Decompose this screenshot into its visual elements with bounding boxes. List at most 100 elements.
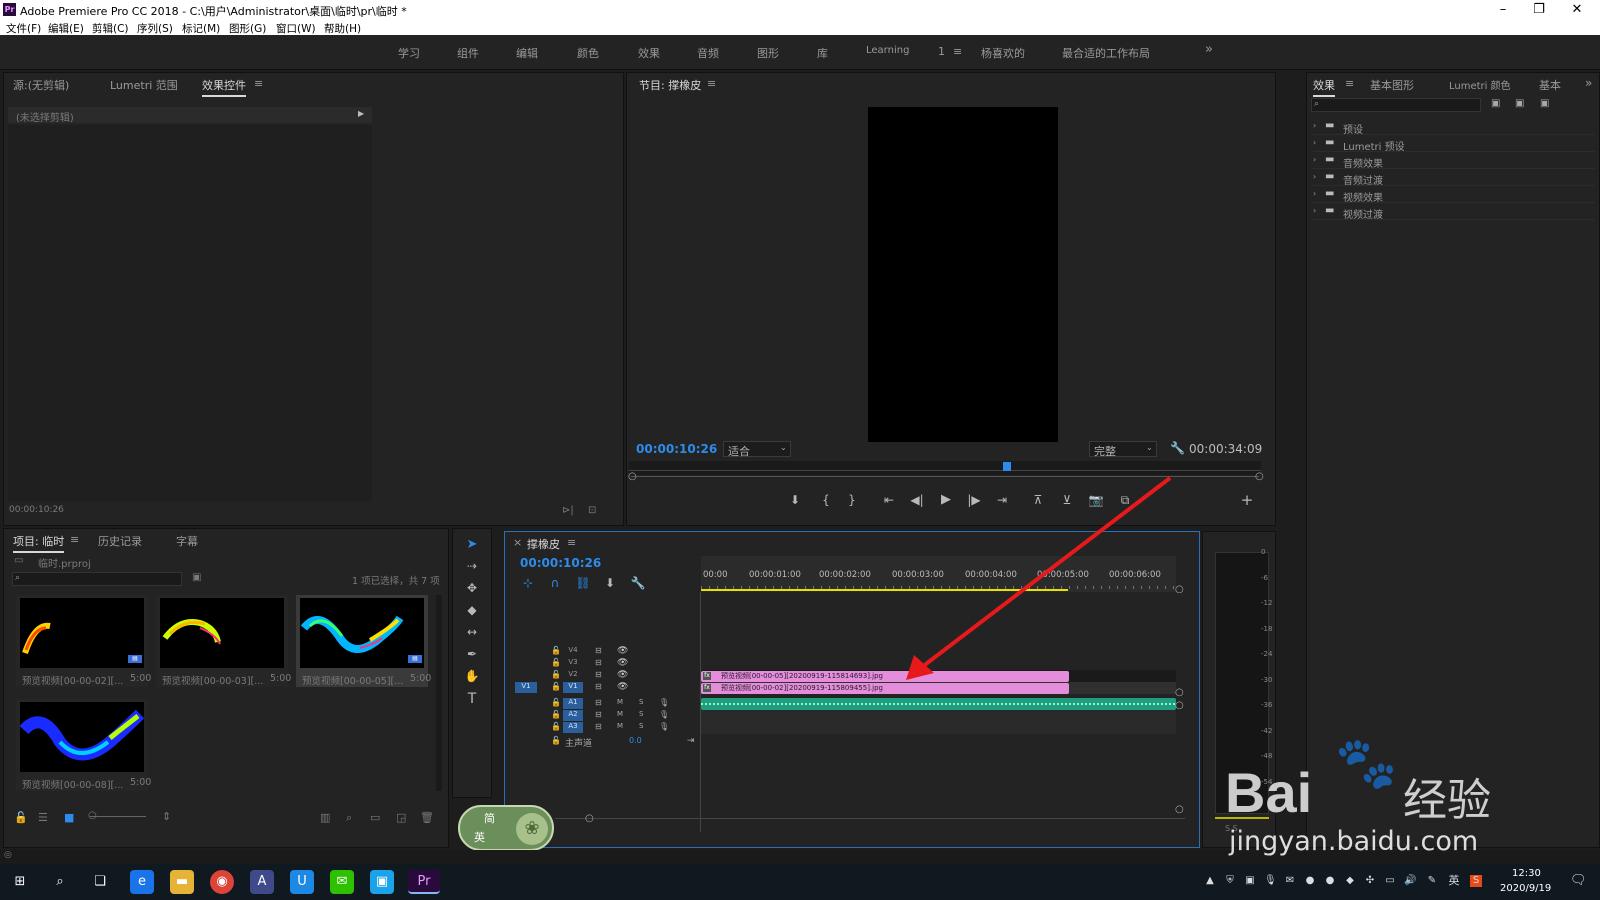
scroll-handle-icon[interactable]: ○ [1175,687,1184,698]
32bit-effects-icon[interactable]: ▣ [1515,98,1524,109]
pen-icon[interactable]: ✎ [1426,875,1438,887]
task-view-icon[interactable]: ❏ [88,870,112,894]
workspace-assembly[interactable]: 组件 [457,45,479,61]
track-label[interactable]: V4 [563,646,583,657]
track-label[interactable]: V2 [563,670,583,681]
timeline-settings-icon[interactable]: 🔧 [629,576,647,590]
scroll-handle-icon[interactable]: ○ [1175,584,1184,595]
lock-icon[interactable]: 🔓 [551,682,561,691]
eye-icon[interactable]: 👁 [617,682,628,692]
minimize-button[interactable]: – [1488,1,1518,18]
automate-to-sequence-icon[interactable]: ▥ [320,811,330,824]
tab-history[interactable]: 历史记录 [98,533,142,549]
eye-icon[interactable]: 👁 [617,670,628,680]
step-forward-icon[interactable]: |▶ [965,493,983,507]
extract-icon[interactable]: ⊻ [1058,493,1076,507]
zoom-handle-left-icon[interactable]: ○ [628,471,637,482]
volume-icon[interactable]: 🔊 [1404,875,1416,887]
project-item[interactable]: 预览视频[00-00-03][... 5:00 [156,595,291,687]
go-to-out-icon[interactable]: ⇥ [993,493,1011,507]
tab-lumetri-color[interactable]: Lumetri 颜色 [1449,77,1511,92]
filter-icon[interactable]: ⊳| [562,505,574,516]
lock-icon[interactable]: 🔓 [551,670,561,679]
camera-icon[interactable]: 📷 [1087,493,1105,507]
mute-button[interactable]: M [617,710,623,718]
menu-sequence[interactable]: 序列(S) [137,21,173,36]
thumbnail-size-slider[interactable] [90,816,146,817]
new-bin-from-search-icon[interactable]: ▣ [192,572,201,583]
tray-app-icon[interactable]: ▣ [1244,875,1256,887]
solo-button[interactable]: S [639,698,643,706]
new-item-icon[interactable]: ◲ [396,811,406,824]
fit-dropdown[interactable]: 适合 ⌄ [723,441,791,458]
project-item[interactable]: ▤ 预览视频[00-00-02][... 5:00 [16,595,151,687]
workspace-effects[interactable]: 效果 [638,45,660,61]
lock-icon[interactable]: 🔓 [551,698,561,707]
trash-icon[interactable]: 🗑 [420,811,434,824]
effects-folder-item[interactable]: › ▬ 视频过渡 [1311,204,1595,221]
restore-button[interactable]: ❐ [1524,1,1554,18]
microphone-icon[interactable]: 🎙 [659,710,669,719]
notification-icon[interactable]: 🗨 [1570,874,1587,887]
program-scrubber[interactable] [629,461,1261,475]
program-video-frame[interactable] [868,107,1058,442]
project-search-input[interactable]: ⌕ [12,572,182,586]
menu-file[interactable]: 文件(F) [6,21,41,36]
step-back-icon[interactable]: ◀| [908,493,926,507]
slider-handle-icon[interactable]: ○ [88,810,97,821]
go-to-in-icon[interactable]: ⇤ [880,493,898,507]
video-clip-v2[interactable]: fx 预览视频[00-00-05][20200919-115814693].jp… [701,671,1069,682]
menu-clip[interactable]: 剪辑(C) [92,21,129,36]
eye-icon[interactable]: 👁 [617,646,628,656]
program-timecode[interactable]: 00:00:10:26 [636,442,717,456]
shield-icon[interactable]: ⛨ [1224,875,1236,887]
export-icon[interactable]: ⊡ [588,505,596,516]
quality-dropdown[interactable]: 完整 ⌄ [1089,441,1157,458]
workspace-menu-icon[interactable]: ≡ [953,45,962,58]
effects-folder-item[interactable]: › ▬ 音频过渡 [1311,170,1595,187]
microphone-icon[interactable]: 🎙 [659,722,669,731]
lock-icon[interactable]: 🔓 [551,658,561,667]
menu-help[interactable]: 帮助(H) [324,21,361,36]
track-label[interactable]: A2 [563,710,583,721]
track-a3-lane[interactable] [701,722,1176,734]
ime-switcher[interactable]: 简 英 ❀ [458,805,554,851]
menu-graphics[interactable]: 图形(G) [229,21,266,36]
chrome-icon[interactable]: ◉ [210,870,234,894]
close-button[interactable]: ✕ [1562,1,1592,18]
work-area-bar[interactable] [701,589,1068,591]
clock-time[interactable]: 12:30 [1512,868,1541,879]
effects-folder-item[interactable]: › ▬ 预设 [1311,119,1595,136]
windows-start-icon[interactable]: ⊞ [8,870,32,894]
lock-icon[interactable]: 🔓 [551,722,561,731]
accelerated-effects-icon[interactable]: ▣ [1491,98,1500,109]
solo-button[interactable]: S [639,710,643,718]
tab-lumetri-scopes[interactable]: Lumetri 范围 [110,77,178,93]
track-label[interactable]: A1 [563,698,583,709]
tray-icon[interactable]: ▲ [1204,875,1216,887]
edge-browser-icon[interactable]: e [130,870,154,894]
tab-essential-graphics[interactable]: 基本图形 [1370,77,1414,93]
snap-icon[interactable]: ∩ [546,576,564,590]
play-icon[interactable]: ▶ [937,492,955,507]
tab-captions[interactable]: 字幕 [176,533,198,549]
lock-icon[interactable]: 🔓 [551,646,561,655]
workspace-editing[interactable]: 编辑 [516,45,538,61]
sort-icon[interactable]: ⇕ [162,810,171,823]
meter-solo-buttons[interactable]: S S [1225,824,1238,833]
video-clip-v1[interactable]: fx 预览视频[00-00-02][20200919-115809455].jp… [701,683,1069,694]
find-icon[interactable]: ⌕ [346,811,352,825]
input-language[interactable]: 英 [1448,875,1460,887]
workspace-more-icon[interactable]: » [1205,42,1213,57]
master-volume[interactable]: 0.0 [629,736,642,745]
mark-out-icon[interactable]: } [843,493,861,507]
workspace-1[interactable]: 1 [938,45,945,58]
workspace-graphics[interactable]: 图形 [757,45,779,61]
icon-view-icon[interactable]: ■ [64,811,74,824]
workspace-audio[interactable]: 音频 [697,45,719,61]
clock-date[interactable]: 2020/9/19 [1500,883,1551,894]
app-window-icon[interactable]: ▣ [370,870,394,894]
sync-lock-icon[interactable]: ⊟ [595,658,602,667]
timeline-sequence-tab[interactable]: 撑橡皮 [527,536,560,552]
tab-essential[interactable]: 基本 [1539,77,1561,93]
